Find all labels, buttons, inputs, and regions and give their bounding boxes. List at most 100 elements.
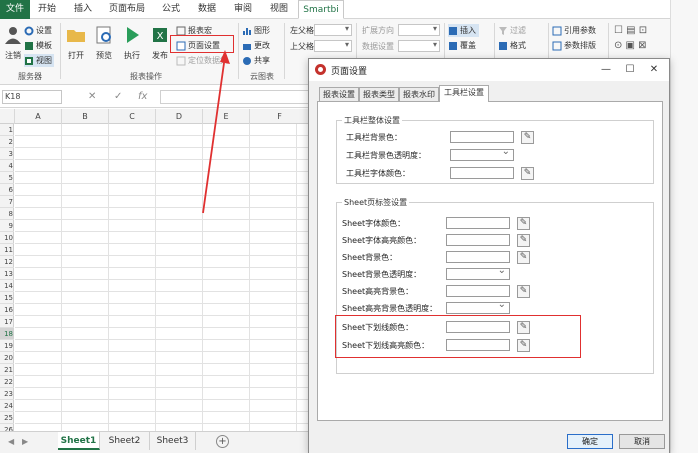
row-header[interactable]: 19 [0, 340, 14, 352]
tab-file[interactable]: 文件 [0, 0, 30, 19]
tab-data[interactable]: 数据 [192, 0, 222, 19]
row-header[interactable]: 21 [0, 364, 14, 376]
reference-params-button[interactable]: 引用参数 [552, 24, 596, 37]
column-header[interactable]: F [250, 109, 310, 124]
expand-direction-select[interactable] [398, 24, 440, 36]
row-header[interactable]: 22 [0, 376, 14, 388]
row-header[interactable]: 3 [0, 148, 14, 160]
template-button[interactable]: 模板 [24, 39, 52, 52]
row-header[interactable]: 18 [0, 328, 14, 340]
tab-review[interactable]: 审阅 [228, 0, 258, 19]
cancel-button[interactable]: 取消 [619, 434, 665, 449]
add-sheet-button[interactable]: + [216, 435, 229, 448]
view-button[interactable]: 视图 [24, 54, 54, 67]
sheet-bg-opacity-select[interactable] [446, 265, 510, 280]
row-header[interactable]: 10 [0, 232, 14, 244]
minimize-icon[interactable]: — [597, 62, 615, 77]
row-header[interactable]: 13 [0, 268, 14, 280]
param-layout-button[interactable]: 参数排版 [552, 39, 596, 52]
color-picker-icon[interactable]: ✎ [517, 234, 530, 247]
logout-button[interactable]: 注销 [2, 25, 24, 61]
graph-button[interactable]: 图形 [242, 24, 270, 37]
row-header[interactable]: 7 [0, 196, 14, 208]
row-header[interactable]: 11 [0, 244, 14, 256]
publish-button[interactable]: X 发布 [148, 25, 172, 61]
tab-smartbi[interactable]: Smartbi [298, 0, 344, 19]
row-header[interactable]: 4 [0, 160, 14, 172]
share-button[interactable]: 共享 [242, 54, 270, 67]
format-button[interactable]: 格式 [498, 39, 526, 52]
row-header[interactable]: 16 [0, 304, 14, 316]
sheet-font-color-field[interactable] [446, 217, 510, 229]
tab-view[interactable]: 视图 [264, 0, 294, 19]
tab-report-type[interactable]: 报表类型 [359, 87, 399, 102]
sheet-tab[interactable]: Sheet1 [58, 432, 100, 450]
right-tools[interactable]: ☐ ▤ ⊡ [614, 24, 647, 37]
confirm-icon[interactable]: ✓ [114, 91, 122, 102]
toolbar-bg-color-field[interactable] [450, 131, 514, 143]
row-header[interactable]: 23 [0, 388, 14, 400]
row-header[interactable]: 20 [0, 352, 14, 364]
color-picker-icon[interactable]: ✎ [521, 131, 534, 144]
color-picker-icon[interactable]: ✎ [517, 251, 530, 264]
row-header[interactable]: 8 [0, 208, 14, 220]
open-button[interactable]: 打开 [64, 25, 88, 61]
select-all-corner[interactable] [0, 109, 15, 124]
row-header[interactable]: 26 [0, 424, 14, 431]
column-header[interactable]: B [62, 109, 109, 124]
tab-formulas[interactable]: 公式 [156, 0, 186, 19]
row-header[interactable]: 5 [0, 172, 14, 184]
filter-button[interactable]: 过滤 [498, 24, 526, 37]
color-picker-icon[interactable]: ✎ [521, 167, 534, 180]
preview-button[interactable]: 预览 [92, 25, 116, 61]
row-header[interactable]: 17 [0, 316, 14, 328]
row-header[interactable]: 25 [0, 412, 14, 424]
toolbar-bg-color-label: 工具栏背景色： [346, 133, 402, 142]
column-header[interactable]: C [109, 109, 156, 124]
execute-button[interactable]: 执行 [120, 25, 144, 61]
prev-sheet-icon[interactable]: ◀ [8, 437, 14, 446]
tab-report-settings[interactable]: 报表设置 [319, 87, 359, 102]
next-sheet-icon[interactable]: ▶ [22, 437, 28, 446]
tab-page-layout[interactable]: 页面布局 [104, 0, 150, 19]
maximize-icon[interactable]: ☐ [621, 62, 639, 77]
column-header[interactable]: A [15, 109, 62, 124]
sheet-tab[interactable]: Sheet3 [150, 432, 196, 450]
row-header[interactable]: 9 [0, 220, 14, 232]
right-tools-2[interactable]: ⊙ ▣ ⊠ [614, 39, 647, 52]
tab-report-watermark[interactable]: 报表水印 [399, 87, 439, 102]
insert-button[interactable]: 插入 [448, 24, 479, 37]
fx-icon[interactable]: fx [138, 91, 147, 102]
sheet-highlight-bg-field[interactable] [446, 285, 510, 297]
dataset-settings-select[interactable] [398, 40, 440, 52]
tab-home[interactable]: 开始 [32, 0, 62, 19]
row-header[interactable]: 1 [0, 124, 14, 136]
ok-button[interactable]: 确定 [567, 434, 613, 449]
sheet-tab[interactable]: Sheet2 [100, 432, 150, 450]
change-button[interactable]: 更改 [242, 39, 270, 52]
sheet-font-highlight-field[interactable] [446, 234, 510, 246]
row-header[interactable]: 14 [0, 280, 14, 292]
tab-toolbar-settings[interactable]: 工具栏设置 [439, 85, 489, 102]
overwrite-button[interactable]: 覆盖 [448, 39, 476, 52]
sheet-highlight-bg-opacity-select[interactable] [446, 299, 510, 314]
color-picker-icon[interactable]: ✎ [517, 285, 530, 298]
left-parent-select[interactable] [314, 24, 352, 36]
row-header[interactable]: 15 [0, 292, 14, 304]
sheet-bg-color-field[interactable] [446, 251, 510, 263]
row-header[interactable]: 6 [0, 184, 14, 196]
app-icon [315, 64, 326, 75]
color-picker-icon[interactable]: ✎ [517, 217, 530, 230]
toolbar-bg-opacity-select[interactable] [450, 146, 514, 161]
row-header[interactable]: 2 [0, 136, 14, 148]
close-icon[interactable]: ✕ [645, 62, 663, 77]
toolbar-font-color-field[interactable] [450, 167, 514, 179]
row-header[interactable]: 12 [0, 256, 14, 268]
name-box[interactable]: K18 [2, 90, 62, 104]
row-header[interactable]: 24 [0, 400, 14, 412]
cancel-icon[interactable]: ✕ [88, 91, 96, 102]
settings-button[interactable]: 设置 [24, 24, 52, 37]
tab-insert[interactable]: 插入 [68, 0, 98, 19]
top-parent-select[interactable] [314, 40, 352, 52]
view-icon [25, 56, 33, 65]
